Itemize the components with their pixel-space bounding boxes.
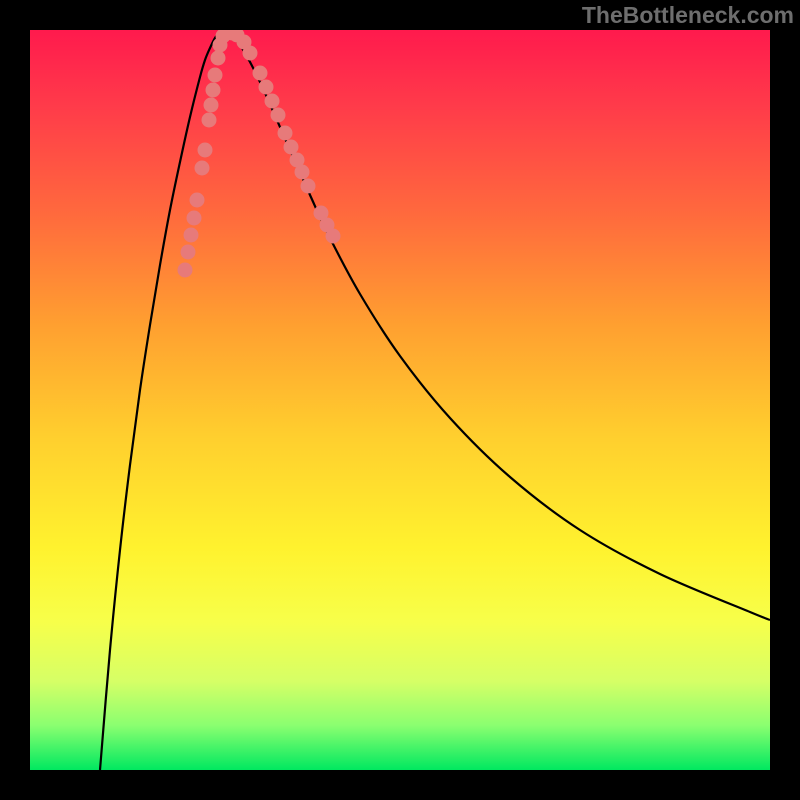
- data-marker: [278, 126, 293, 141]
- data-marker: [190, 193, 205, 208]
- data-marker: [284, 140, 299, 155]
- data-marker: [225, 30, 240, 41]
- data-marker: [320, 218, 335, 233]
- data-marker: [301, 179, 316, 194]
- data-marker: [208, 68, 223, 83]
- data-marker: [290, 153, 305, 168]
- data-marker: [184, 228, 199, 243]
- data-marker: [178, 263, 193, 278]
- data-marker: [230, 30, 245, 43]
- data-marker: [181, 245, 196, 260]
- data-marker: [202, 113, 217, 128]
- data-marker: [259, 80, 274, 95]
- data-marker: [243, 46, 258, 61]
- data-marker: [220, 30, 235, 41]
- data-marker: [314, 206, 329, 221]
- data-marker: [265, 94, 280, 109]
- curve-layer: [30, 30, 770, 770]
- data-marker: [211, 51, 226, 66]
- left-branch-path: [100, 32, 220, 770]
- data-marker: [187, 211, 202, 226]
- right-branch-path: [225, 32, 770, 620]
- data-marker: [216, 30, 231, 44]
- data-marker: [213, 38, 228, 53]
- data-marker: [253, 66, 268, 81]
- data-marker: [295, 165, 310, 180]
- data-marker: [198, 143, 213, 158]
- data-marker: [204, 98, 219, 113]
- plot-area: [30, 30, 770, 770]
- data-marker: [271, 108, 286, 123]
- data-marker: [195, 161, 210, 176]
- data-marker: [206, 83, 221, 98]
- attribution-text: TheBottleneck.com: [582, 2, 794, 29]
- marker-group: [178, 30, 341, 278]
- chart-frame: TheBottleneck.com: [0, 0, 800, 800]
- data-marker: [237, 35, 252, 50]
- data-marker: [326, 229, 341, 244]
